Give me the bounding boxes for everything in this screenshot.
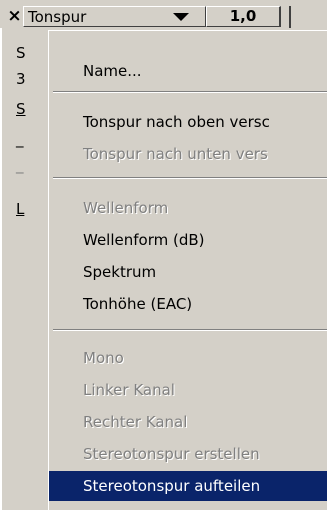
strip-char: S: [16, 100, 26, 118]
menu-item-spectrum[interactable]: Spektrum: [49, 257, 327, 287]
menu-item-waveform[interactable]: Wellenform: [49, 193, 327, 223]
close-track-button[interactable]: ×: [6, 6, 23, 26]
menu-separator: [53, 91, 327, 93]
menu-item-make-stereo[interactable]: Stereotonspur erstellen: [49, 439, 327, 469]
strip-char: L: [16, 200, 25, 218]
menu-item-split-stereo[interactable]: Stereotonspur aufteilen: [49, 471, 327, 501]
header-divider: [289, 6, 291, 28]
menu-separator: [53, 329, 327, 331]
track-context-menu: Name... Tonspur nach oben versc Tonspur …: [48, 30, 327, 510]
menu-item-pitch[interactable]: Tonhöhe (EAC): [49, 289, 327, 319]
dropdown-arrow-icon: [173, 13, 189, 21]
menu-item-right-channel[interactable]: Rechter Kanal: [49, 407, 327, 437]
menu-separator: [53, 177, 327, 179]
menu-item-mono[interactable]: Mono: [49, 343, 327, 373]
track-menu-dropdown[interactable]: Tonspur: [23, 6, 206, 27]
strip-char: _: [16, 130, 24, 148]
strip-char: _: [16, 156, 24, 174]
rate-value-box[interactable]: 1,0: [206, 6, 281, 27]
strip-char: S: [16, 44, 26, 62]
menu-item-waveform-db[interactable]: Wellenform (dB): [49, 225, 327, 255]
track-info-strip: S 3 S _ _ L: [0, 28, 48, 510]
menu-item-left-channel[interactable]: Linker Kanal: [49, 375, 327, 405]
strip-char: 3: [16, 70, 26, 88]
menu-item-name[interactable]: Name...: [49, 56, 327, 86]
track-name-label: Tonspur: [28, 8, 87, 26]
menu-item-move-up[interactable]: Tonspur nach oben versc: [49, 107, 327, 137]
menu-item-move-down[interactable]: Tonspur nach unten vers: [49, 139, 327, 169]
